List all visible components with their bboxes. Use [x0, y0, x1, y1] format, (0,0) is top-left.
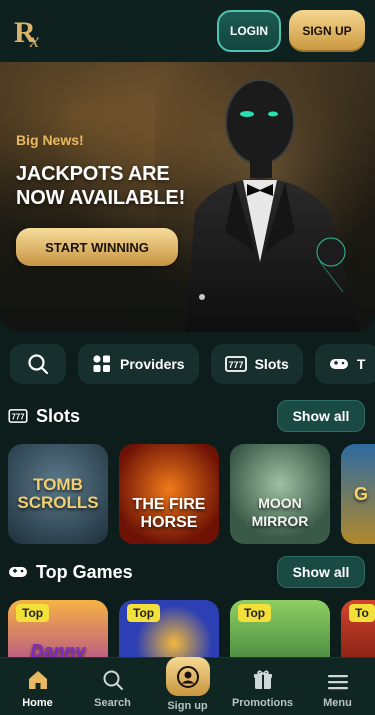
hero-title: JACKPOTS ARE NOW AVAILABLE!	[16, 163, 186, 209]
grid-icon	[93, 355, 110, 372]
nav-promotions[interactable]: Promotions	[225, 657, 300, 715]
header-actions: LOGIN SIGN UP	[217, 10, 365, 52]
nav-home[interactable]: Home	[0, 657, 75, 715]
search-icon	[28, 354, 49, 375]
nav-search[interactable]: Search	[75, 657, 150, 715]
menu-icon	[327, 675, 348, 690]
search-icon	[103, 670, 123, 690]
top-header: R x LOGIN SIGN UP	[0, 0, 375, 62]
game-title: G	[353, 484, 368, 504]
game-title: THE FIRE HORSE	[132, 496, 206, 531]
top-badge: Top	[127, 604, 161, 622]
top-badge: Top	[238, 604, 272, 622]
gamepad-icon	[9, 567, 27, 577]
game-tile-tomb-scrolls[interactable]: TOMB SCROLLS	[8, 444, 108, 544]
table-games-chip[interactable]: T	[314, 344, 375, 384]
nav-home-label: Home	[22, 697, 53, 709]
gift-icon	[253, 670, 272, 689]
top-games-section-title: Top Games	[8, 562, 133, 583]
nav-menu-label: Menu	[323, 697, 352, 709]
category-filters: Providers 777 Slots T	[10, 344, 375, 384]
game-tile-partial-2[interactable]: To	[341, 600, 375, 657]
carousel-dot[interactable]	[199, 294, 205, 300]
slots-chip[interactable]: 777 Slots	[210, 344, 303, 384]
brand-logo[interactable]: R x	[12, 11, 52, 51]
game-title: MOON MIRROR	[251, 495, 309, 529]
svg-text:777: 777	[11, 413, 25, 422]
slots-label: Slots	[254, 356, 289, 372]
svg-text:x: x	[29, 30, 39, 50]
slots-section-header: 777 Slots Show all	[8, 400, 365, 432]
top-games-show-all-button[interactable]: Show all	[277, 556, 365, 588]
game-title: Danny	[30, 641, 86, 657]
game-title: TOMB SCROLLS	[17, 475, 99, 512]
top-games-section-header: Top Games Show all	[8, 556, 365, 588]
signup-bubble[interactable]	[165, 657, 210, 696]
start-winning-button[interactable]: START WINNING	[16, 228, 178, 266]
hero-banner[interactable]: Big News! JACKPOTS ARE NOW AVAILABLE! ST…	[0, 62, 375, 332]
game-tile-lightning[interactable]: Top	[119, 600, 219, 657]
game-tile-moon-mirror[interactable]: MOON MIRROR	[230, 444, 330, 544]
providers-chip[interactable]: Providers	[78, 344, 199, 384]
bottom-navigation: Home Search Sign up Promotions Menu	[0, 657, 375, 715]
slots-heading: Slots	[36, 405, 81, 426]
svg-text:777: 777	[228, 360, 243, 370]
slot-machine-icon: 777	[8, 409, 28, 423]
home-icon	[28, 671, 47, 689]
nav-menu[interactable]: Menu	[300, 657, 375, 715]
game-tile-danny[interactable]: Top Danny	[8, 600, 108, 657]
slots-row: TOMB SCROLLS THE FIRE HORSE MOON MIRROR …	[8, 444, 375, 544]
providers-label: Providers	[120, 356, 185, 372]
hero-kicker: Big News!	[16, 132, 84, 148]
gamepad-icon	[329, 359, 348, 369]
game-tile-raccoon[interactable]: Top	[230, 600, 330, 657]
table-games-label: T	[356, 356, 366, 372]
game-tile-partial[interactable]: G	[341, 444, 375, 544]
user-icon	[176, 665, 199, 688]
top-badge: To	[349, 604, 375, 622]
nav-search-label: Search	[94, 697, 131, 709]
login-button[interactable]: LOGIN	[217, 10, 281, 52]
signup-button[interactable]: SIGN UP	[289, 10, 365, 52]
slot-machine-icon: 777	[224, 356, 247, 372]
slots-show-all-button[interactable]: Show all	[277, 400, 365, 432]
top-games-heading: Top Games	[36, 561, 133, 582]
search-chip[interactable]	[10, 344, 66, 384]
top-badge: Top	[16, 604, 50, 622]
game-tile-the-fire-horse[interactable]: THE FIRE HORSE	[119, 444, 219, 544]
nav-signup-label: Sign up	[167, 700, 208, 712]
top-games-row: Top Danny Top Top To	[8, 600, 375, 657]
nav-signup[interactable]: Sign up	[150, 657, 225, 715]
nav-promotions-label: Promotions	[231, 697, 294, 709]
slots-section-title: 777 Slots	[8, 406, 80, 427]
